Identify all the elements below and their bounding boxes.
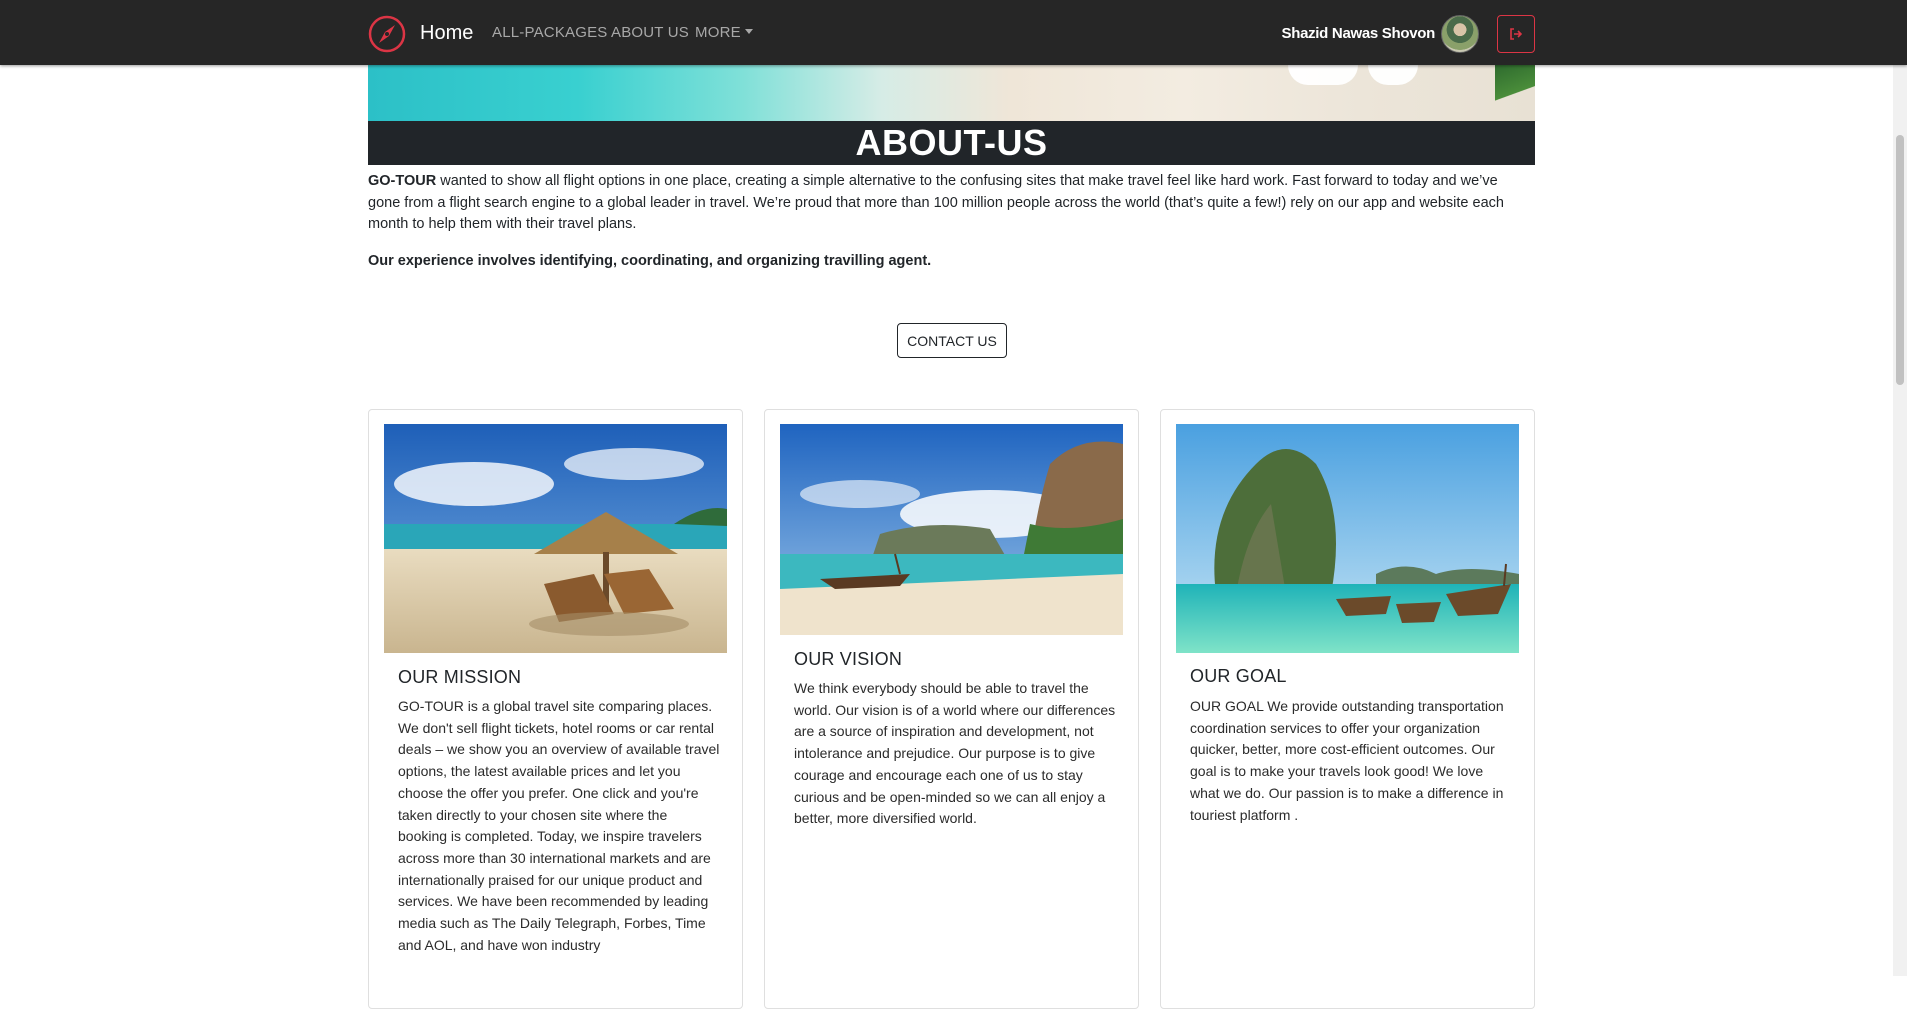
intro-text: wanted to show all flight options in one… (368, 173, 1504, 232)
beach-umbrella-graphic (1368, 65, 1418, 85)
scrollbar-thumb[interactable] (1896, 135, 1904, 385)
hero-banner-image (368, 65, 1535, 121)
card-title: OUR GOAL (1190, 666, 1287, 686)
card-text: GO-TOUR is a global travel site comparin… (398, 698, 720, 953)
top-navbar: Home ALL-PACKAGES ABOUT US MORE Shazid N… (0, 0, 1907, 65)
rock-island-boats-image (1176, 424, 1519, 653)
beach-umbrella-graphic (1288, 65, 1358, 85)
goal-card: OUR GOAL OUR GOAL We provide outstanding… (1160, 409, 1535, 1009)
vision-image (780, 424, 1123, 635)
beach-hut-image (384, 424, 727, 653)
mission-card: OUR MISSION GO-TOUR is a global travel s… (368, 409, 743, 1009)
compass-logo-icon[interactable] (368, 15, 406, 53)
intro-brand: GO-TOUR (368, 173, 437, 189)
sign-out-icon (1510, 28, 1523, 40)
avatar[interactable] (1441, 15, 1479, 53)
card-title: OUR VISION (794, 649, 903, 669)
goal-image (1176, 424, 1519, 653)
nav-more-dropdown[interactable]: MORE (695, 24, 753, 41)
mission-image (384, 424, 727, 653)
card-text: We think everybody should be able to tra… (794, 680, 1116, 827)
nav-home-link[interactable]: Home (420, 22, 473, 45)
cliff-beach-image (780, 424, 1123, 635)
nav-about-us-link[interactable]: ABOUT US (611, 24, 689, 41)
navbar-container: Home ALL-PACKAGES ABOUT US MORE Shazid N… (368, 0, 1535, 65)
logout-button[interactable] (1497, 15, 1535, 53)
page-title-bar: ABOUT-US (368, 121, 1535, 165)
contact-us-button[interactable]: CONTACT US (897, 323, 1007, 358)
nav-all-packages-link[interactable]: ALL-PACKAGES (492, 24, 608, 41)
vision-card: OUR VISION We think everybody should be … (764, 409, 1139, 1009)
intro-paragraph: GO-TOUR wanted to show all flight option… (368, 171, 1508, 236)
card-title: OUR MISSION (398, 667, 522, 687)
card-text: OUR GOAL We provide outstanding transpor… (1190, 698, 1504, 823)
user-name: Shazid Nawas Shovon (1281, 25, 1436, 42)
palm-leaf-graphic (1495, 65, 1535, 121)
page-scrollbar[interactable] (1893, 65, 1907, 976)
experience-paragraph: Our experience involves identifying, coo… (368, 253, 932, 269)
page-title: ABOUT-US (855, 122, 1048, 163)
chevron-down-icon (744, 29, 753, 34)
nav-more-label: MORE (695, 24, 741, 41)
